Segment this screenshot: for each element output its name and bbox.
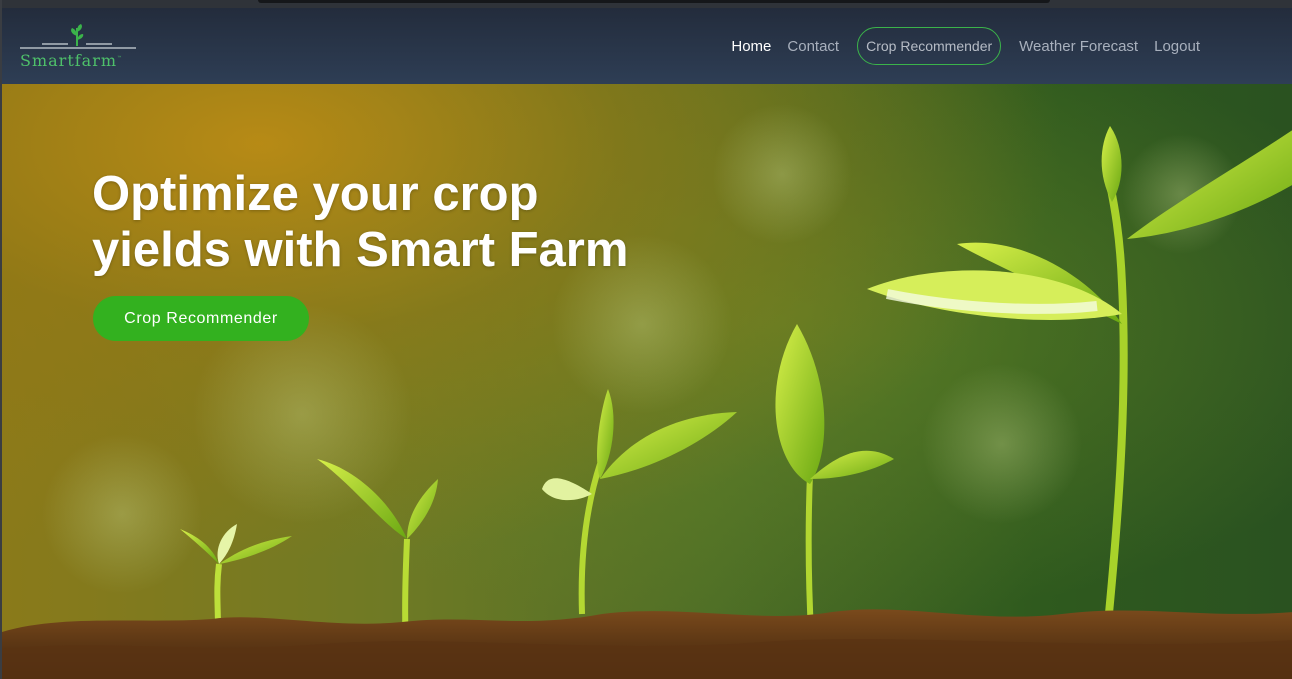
brand-logo[interactable]: Smartfarm™ [20, 22, 138, 70]
nav-home[interactable]: Home [723, 38, 779, 55]
brand-name: Smartfarm™ [20, 51, 124, 70]
browser-viewport: Smartfarm™ Home Contact Crop Recommender… [0, 0, 1292, 679]
nav-weather-forecast[interactable]: Weather Forecast [1011, 38, 1146, 55]
hero-section: Optimize your crop yields with Smart Far… [2, 84, 1292, 679]
nav-menu: Home Contact Crop Recommender Weather Fo… [723, 27, 1208, 65]
nav-logout[interactable]: Logout [1146, 38, 1208, 55]
hero-headline: Optimize your crop yields with Smart Far… [92, 167, 629, 277]
nav-contact[interactable]: Contact [779, 38, 847, 55]
crop-recommender-button[interactable]: Crop Recommender [93, 296, 309, 341]
sprout-logo-icon [20, 24, 136, 49]
nav-crop-recommender[interactable]: Crop Recommender [857, 27, 1002, 65]
scroll-indicator [258, 0, 1050, 3]
navbar: Smartfarm™ Home Contact Crop Recommender… [2, 8, 1292, 84]
